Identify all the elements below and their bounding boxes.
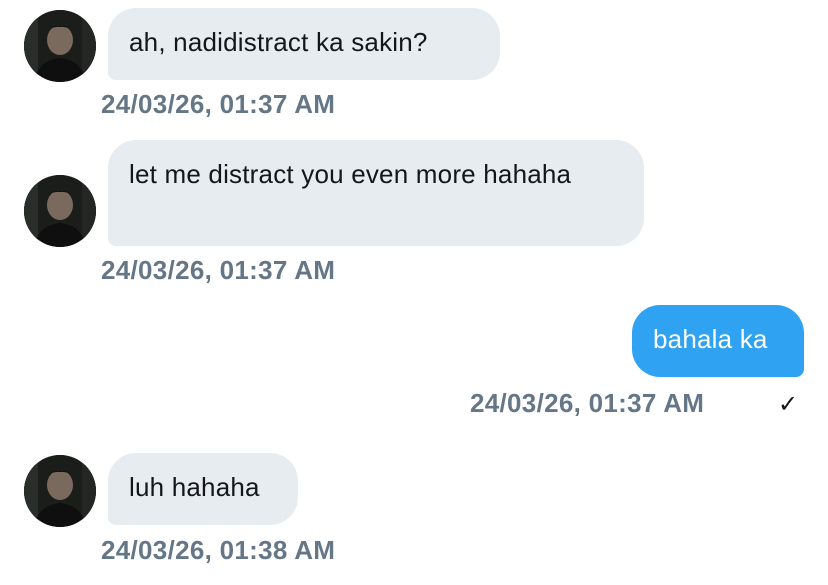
avatar[interactable]	[24, 455, 96, 527]
message-bubble-incoming[interactable]: let me distract you even more hahaha	[108, 140, 644, 246]
profile-photo	[24, 10, 96, 82]
check-icon: ✓	[778, 391, 799, 418]
message-text: ah, nadidistract ka sakin?	[129, 27, 428, 57]
message-text: let me distract you even more hahaha	[129, 159, 572, 189]
message-bubble-incoming[interactable]: ah, nadidistract ka sakin?	[108, 8, 500, 80]
message-timestamp: 24/03/26, 01:38 AM	[101, 535, 336, 565]
message-timestamp: 24/03/26, 01:37 AM	[101, 89, 336, 119]
message-text: luh hahaha	[129, 472, 260, 502]
message-timestamp: 24/03/26, 01:37 AM	[101, 255, 336, 285]
avatar[interactable]	[24, 175, 96, 247]
avatar[interactable]	[24, 10, 96, 82]
message-bubble-incoming[interactable]: luh hahaha	[108, 453, 298, 525]
profile-photo	[24, 455, 96, 527]
message-text: bahala ka	[653, 324, 768, 354]
profile-photo	[24, 175, 96, 247]
message-bubble-outgoing[interactable]: bahala ka	[632, 305, 804, 377]
message-timestamp: 24/03/26, 01:37 AM	[470, 388, 705, 418]
